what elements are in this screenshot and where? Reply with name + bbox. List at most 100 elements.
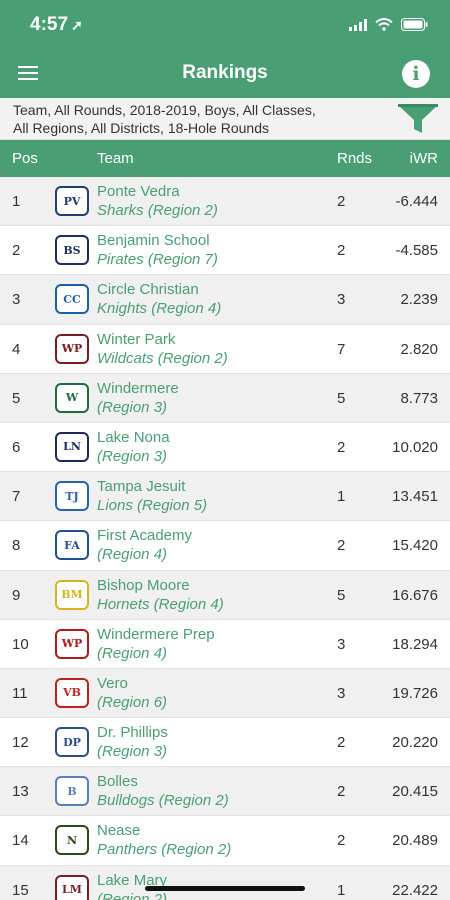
rounds-count: 2 <box>337 537 346 555</box>
team-logo-icon: WP <box>55 628 89 659</box>
table-row[interactable]: 15 LM Lake Mary (Region 2) 1 22.422 <box>0 865 450 900</box>
rounds-count: 2 <box>337 783 346 801</box>
battery-icon <box>401 18 428 31</box>
iwr-score: 18.294 <box>392 635 438 653</box>
table-row[interactable]: 11 VB Vero (Region 6) 3 19.726 <box>0 668 450 719</box>
home-indicator[interactable] <box>145 886 305 891</box>
page-title: Rankings <box>182 62 268 83</box>
rounds-count: 3 <box>337 291 346 309</box>
team-name[interactable]: Circle Christian <box>97 281 199 298</box>
iwr-score: 10.020 <box>392 438 438 456</box>
info-icon[interactable]: i <box>402 60 430 88</box>
table-row[interactable]: 2 BS Benjamin School Pirates (Region 7) 2 -4.… <box>0 226 450 276</box>
rank-position: 6 <box>12 438 21 456</box>
team-logo-icon: LM <box>55 874 89 900</box>
team-name[interactable]: Nease <box>97 822 140 839</box>
team-name[interactable]: Tampa Jesuit <box>97 478 185 495</box>
team-logo-icon: BS <box>55 235 89 266</box>
team-subtitle: (Region 3) <box>97 447 168 465</box>
rounds-count: 3 <box>337 684 346 702</box>
team-name[interactable]: Winter Park <box>97 331 175 348</box>
team-name[interactable]: First Academy <box>97 527 192 544</box>
funnel-icon[interactable] <box>396 102 440 136</box>
rank-position: 1 <box>12 193 21 210</box>
rank-position: 2 <box>12 242 21 260</box>
team-name[interactable]: Ponte Vedra <box>97 183 180 200</box>
iwr-score: 20.415 <box>392 783 438 801</box>
rounds-count: 2 <box>337 832 346 850</box>
rank-position: 10 <box>12 635 29 653</box>
rounds-count: 1 <box>337 881 346 899</box>
iwr-score: 22.422 <box>392 881 438 899</box>
team-name[interactable]: Windermere Prep <box>97 626 215 643</box>
header-team[interactable]: Team <box>97 150 134 167</box>
table-row[interactable]: 7 TJ Tampa Jesuit Lions (Region 5) 1 13.451 <box>0 472 450 522</box>
iwr-score: 2.820 <box>400 340 438 358</box>
team-subtitle: Wildcats (Region 2) <box>97 349 228 367</box>
iwr-score: 20.220 <box>392 734 438 752</box>
rankings-list: 1 PV Ponte Vedra Sharks (Region 2) 2 -6.444 2 B… <box>0 177 450 900</box>
team-logo-icon: DP <box>55 727 89 758</box>
team-name[interactable]: Benjamin School <box>97 232 210 249</box>
team-logo-icon: BM <box>55 579 89 610</box>
rank-position: 11 <box>12 684 28 702</box>
team-subtitle: Panthers (Region 2) <box>97 841 232 859</box>
team-name[interactable]: Vero <box>97 675 128 692</box>
rank-position: 4 <box>12 340 21 358</box>
status-icons <box>349 18 428 31</box>
team-name[interactable]: Lake Nona <box>97 429 170 446</box>
team-subtitle: Lions (Region 5) <box>97 497 208 515</box>
table-row[interactable]: 4 WP Winter Park Wildcats (Region 2) 7 2.820 <box>0 324 450 374</box>
status-bar: 4:57 ➚ <box>0 0 450 50</box>
team-logo-icon: WP <box>55 333 89 364</box>
wifi-icon <box>375 18 393 31</box>
table-row[interactable]: 14 N Nease Panthers (Region 2) 2 20.489 <box>0 816 450 866</box>
iwr-score: -6.444 <box>395 193 438 210</box>
table-row[interactable]: 6 LN Lake Nona (Region 3) 2 10.020 <box>0 422 450 473</box>
location-icon: ➚ <box>71 17 83 33</box>
filter-line-2: All Regions, All Districts, 18-Hole Roun… <box>13 120 269 136</box>
filter-bar[interactable]: Team, All Rounds, 2018-2019, Boys, All C… <box>0 98 450 140</box>
table-row[interactable]: 10 WP Windermere Prep (Region 4) 3 18.294 <box>0 619 450 669</box>
team-logo-icon: B <box>55 776 89 807</box>
team-logo-icon: TJ <box>55 481 89 512</box>
header-rnds[interactable]: Rnds <box>337 150 372 167</box>
table-row[interactable]: 8 FA First Academy (Region 4) 2 15.420 <box>0 521 450 571</box>
iwr-score: 2.239 <box>400 291 438 309</box>
table-row[interactable]: 5 W Windermere (Region 3) 5 8.773 <box>0 373 450 423</box>
iwr-score: 20.489 <box>392 832 438 850</box>
rounds-count: 2 <box>337 438 346 456</box>
team-logo-icon: FA <box>55 530 89 561</box>
table-row[interactable]: 9 BM Bishop Moore Hornets (Region 4) 5 16.676 <box>0 570 450 620</box>
iwr-score: 16.676 <box>392 586 438 604</box>
header-iwr[interactable]: iWR <box>410 150 438 167</box>
rounds-count: 5 <box>337 586 346 604</box>
table-row[interactable]: 12 DP Dr. Phillips (Region 3) 2 20.220 <box>0 718 450 768</box>
table-row[interactable]: 3 CC Circle Christian Knights (Region 4) 3 2.… <box>0 275 450 325</box>
iwr-score: -4.585 <box>395 242 438 260</box>
table-row[interactable]: 13 B Bolles Bulldogs (Region 2) 2 20.415 <box>0 767 450 817</box>
filter-summary: Team, All Rounds, 2018-2019, Boys, All C… <box>13 101 393 137</box>
team-logo-icon: LN <box>55 431 89 462</box>
rounds-count: 3 <box>337 635 346 653</box>
team-subtitle: (Region 3) <box>97 743 168 761</box>
iwr-score: 15.420 <box>392 537 438 555</box>
team-name[interactable]: Windermere <box>97 380 179 397</box>
rounds-count: 7 <box>337 340 346 358</box>
header-pos[interactable]: Pos <box>12 150 38 167</box>
rank-position: 13 <box>12 783 29 801</box>
table-row[interactable]: 1 PV Ponte Vedra Sharks (Region 2) 2 -6.444 <box>0 177 450 227</box>
rank-position: 8 <box>12 537 21 555</box>
team-subtitle: Bulldogs (Region 2) <box>97 792 229 810</box>
team-name[interactable]: Bolles <box>97 773 138 790</box>
rounds-count: 2 <box>337 193 346 210</box>
team-logo-icon: CC <box>55 284 89 315</box>
team-name[interactable]: Dr. Phillips <box>97 724 168 741</box>
team-logo-icon: W <box>55 382 89 413</box>
clock: 4:57 <box>30 14 69 35</box>
rounds-count: 5 <box>337 389 346 407</box>
iwr-score: 8.773 <box>400 389 438 407</box>
team-subtitle: Sharks (Region 2) <box>97 202 218 219</box>
rank-position: 3 <box>12 291 21 309</box>
team-name[interactable]: Bishop Moore <box>97 577 190 594</box>
